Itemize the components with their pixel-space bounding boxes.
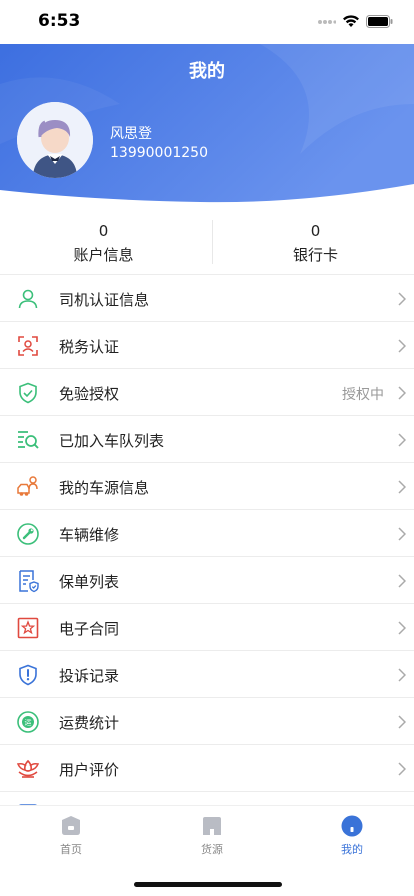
home-icon bbox=[62, 816, 80, 835]
menu-item-joined-fleets[interactable]: 已加入车队列表 bbox=[0, 415, 414, 462]
stat-label: 账户信息 bbox=[73, 246, 134, 264]
menu-item-freight-statistics[interactable]: 运 运费统计 bbox=[0, 697, 414, 744]
page-title: 我的 bbox=[189, 61, 225, 82]
menu-item-e-contract[interactable]: 电子合同 bbox=[0, 603, 414, 650]
chevron-right-icon bbox=[398, 339, 406, 353]
stat-value: 0 bbox=[310, 222, 321, 240]
menu-label: 已加入车队列表 bbox=[59, 432, 165, 450]
wrench-icon bbox=[17, 523, 39, 545]
profile-icon bbox=[341, 815, 363, 837]
menu-label: 投诉记录 bbox=[59, 667, 120, 685]
contract-stamp-icon bbox=[17, 617, 39, 639]
menu-list: 司机认证信息 税务认证 免验授权 授权中 已加入车队列表 我的车源信息 车辆维修… bbox=[0, 274, 414, 805]
avatar[interactable] bbox=[17, 102, 93, 178]
user-name: 风思登 bbox=[110, 126, 152, 142]
stat-account-info[interactable]: 0 账户信息 bbox=[0, 210, 207, 272]
tab-label: 我的 bbox=[341, 843, 363, 856]
menu-label: 我的车源信息 bbox=[59, 479, 150, 497]
menu-label: 用户评价 bbox=[59, 761, 120, 779]
menu-item-exemption-authorization[interactable]: 免验授权 授权中 bbox=[0, 368, 414, 415]
menu-label: 保单列表 bbox=[59, 573, 120, 591]
cargo-icon bbox=[203, 817, 221, 835]
stat-label: 银行卡 bbox=[292, 246, 338, 264]
stat-bank-card[interactable]: 0 银行卡 bbox=[212, 210, 414, 272]
tab-mine[interactable]: 我的 bbox=[283, 815, 414, 857]
document-shield-icon bbox=[19, 570, 39, 593]
svg-text:运: 运 bbox=[25, 719, 32, 727]
menu-item-user-reviews[interactable]: 用户评价 bbox=[0, 744, 414, 791]
menu-label: 免验授权 bbox=[59, 385, 120, 403]
menu-item-my-vehicle-sources[interactable]: 我的车源信息 bbox=[0, 462, 414, 509]
menu-item-complaint-records[interactable]: 投诉记录 bbox=[0, 650, 414, 697]
stat-value: 0 bbox=[98, 222, 109, 240]
stats-row: 0 账户信息 0 银行卡 bbox=[0, 210, 414, 272]
signal-icon bbox=[318, 20, 336, 24]
user-avatar-icon bbox=[17, 102, 93, 178]
menu-label: 车辆维修 bbox=[59, 526, 120, 544]
chevron-right-icon bbox=[398, 386, 406, 400]
car-person-icon bbox=[17, 476, 38, 496]
chevron-right-icon bbox=[398, 480, 406, 494]
tab-home[interactable]: 首页 bbox=[2, 815, 140, 857]
battery-icon bbox=[366, 15, 393, 28]
menu-item-vehicle-repair[interactable]: 车辆维修 bbox=[0, 509, 414, 556]
tab-cargo[interactable]: 货源 bbox=[143, 815, 281, 857]
chevron-right-icon bbox=[398, 668, 406, 682]
shield-check-icon bbox=[19, 382, 37, 404]
chevron-right-icon bbox=[398, 574, 406, 588]
home-indicator[interactable] bbox=[134, 882, 282, 887]
status-time: 6:53 bbox=[38, 11, 81, 31]
menu-label: 税务认证 bbox=[59, 338, 120, 356]
list-search-icon bbox=[18, 431, 39, 449]
freight-icon: 运 bbox=[17, 711, 39, 733]
chevron-right-icon bbox=[398, 621, 406, 635]
chevron-right-icon bbox=[398, 292, 406, 306]
chevron-right-icon bbox=[398, 527, 406, 541]
tab-label: 货源 bbox=[201, 843, 223, 856]
menu-label: 电子合同 bbox=[59, 620, 120, 638]
tab-label: 首页 bbox=[60, 843, 82, 856]
shield-alert-icon bbox=[19, 664, 37, 686]
chevron-right-icon bbox=[398, 762, 406, 776]
status-bar: 6:53 bbox=[0, 0, 414, 44]
menu-item-policy-list[interactable]: 保单列表 bbox=[0, 556, 414, 603]
menu-label: 司机认证信息 bbox=[59, 291, 150, 309]
face-scan-icon bbox=[18, 336, 38, 356]
menu-item-tax-certification[interactable]: 税务认证 bbox=[0, 321, 414, 368]
menu-item-driver-certification[interactable]: 司机认证信息 bbox=[0, 274, 414, 321]
person-icon bbox=[18, 289, 38, 309]
menu-item-partial bbox=[0, 791, 414, 805]
menu-label: 运费统计 bbox=[59, 714, 120, 732]
user-phone: 13990001250 bbox=[110, 145, 208, 161]
wifi-icon bbox=[343, 15, 359, 27]
profile-header: 我的 风思登 13990001250 bbox=[0, 44, 414, 206]
authorization-status: 授权中 bbox=[342, 387, 384, 403]
chevron-right-icon bbox=[398, 433, 406, 447]
lotus-icon bbox=[16, 759, 40, 778]
chevron-right-icon bbox=[398, 715, 406, 729]
